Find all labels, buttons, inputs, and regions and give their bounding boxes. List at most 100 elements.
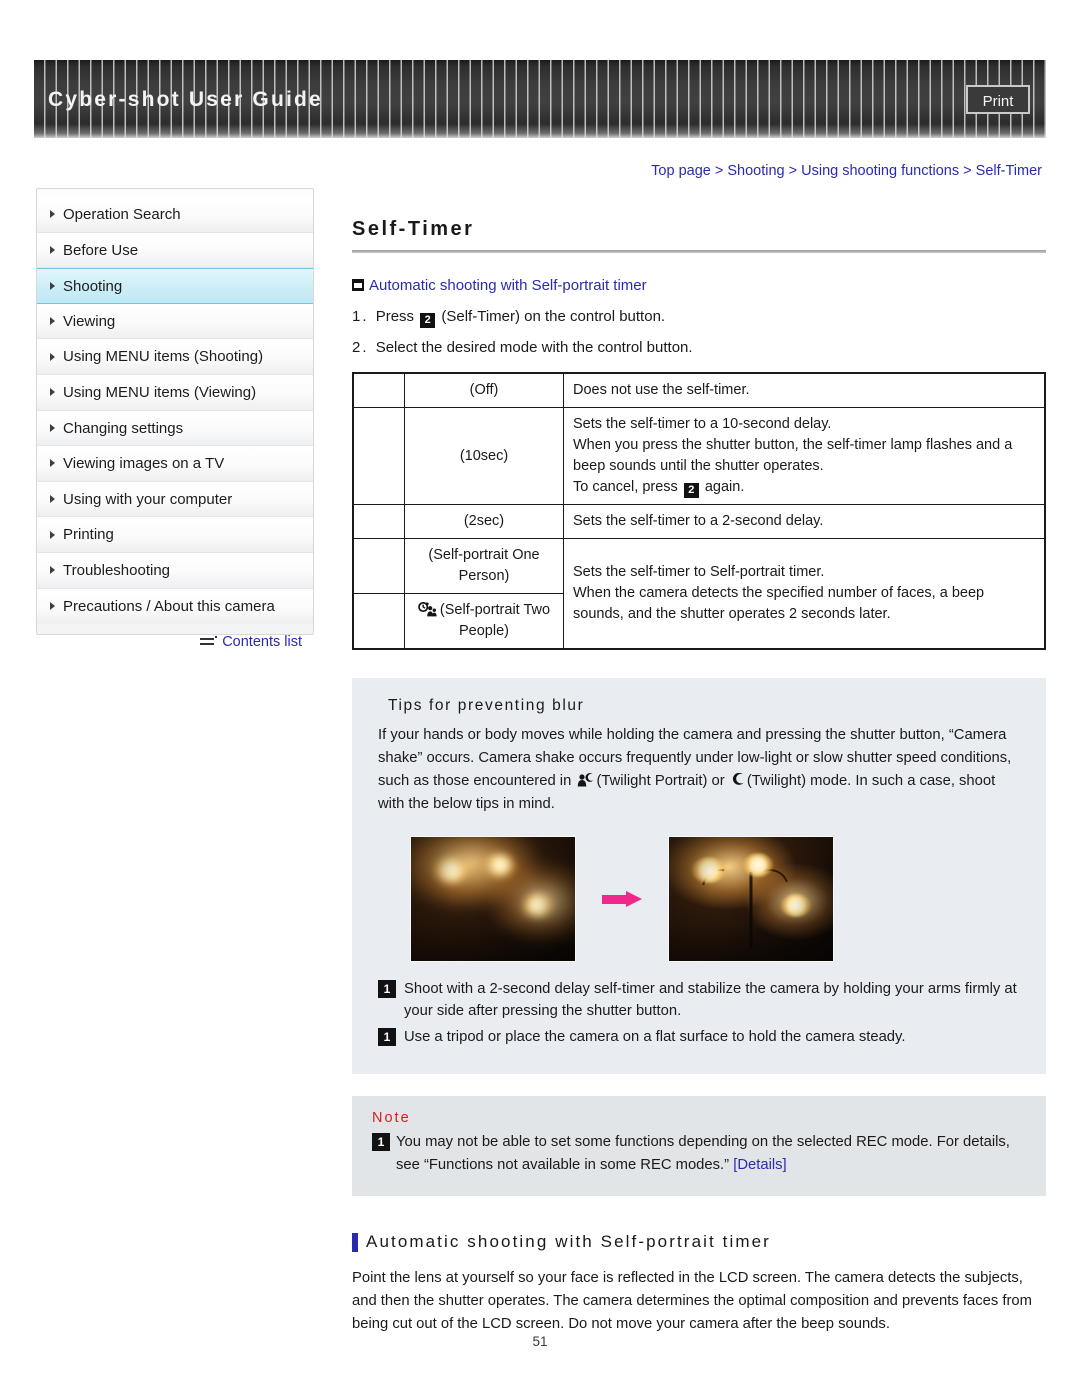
sidebar-item-label: Using MENU items (Shooting) [63,348,264,366]
chevron-right-icon [50,495,55,504]
page-number: 51 [532,1334,548,1349]
step-2: 2. Select the desired mode with the cont… [352,339,1046,356]
breadcrumb-item-top-page[interactable]: Top page [651,163,711,179]
section-anchor-label: Automatic shooting with Self-portrait ti… [369,277,647,294]
mode-desc-10sec: Sets the self-timer to a 10-second delay… [563,407,1046,506]
mode-desc-self-portrait: Sets the self-timer to Self-portrait tim… [563,538,1046,650]
mode-icon-cell [352,407,405,506]
table-row: (2sec) Sets the self-timer to a 2-second… [352,504,1046,540]
self-timer-modes-table: (Off) Does not use the self-timer. (10se… [352,372,1046,651]
breadcrumb-item-self-timer[interactable]: Self-Timer [976,163,1042,179]
bullet-square-icon: 1 [372,1133,390,1152]
sidebar-item-label: Printing [63,526,114,544]
tip-bullet-2: 1 Use a tripod or place the camera on a f… [378,1026,1020,1048]
chevron-right-icon [50,530,55,539]
table-row: (Off) Does not use the self-timer. [352,372,1046,409]
tips-panel: Tips for preventing blur If your hands o… [352,678,1046,1075]
sidebar-item-label: Using with your computer [63,490,233,508]
blur-comparison-figures [378,835,1020,962]
mode-desc-line: Sets the self-timer to a 2-second delay. [573,513,824,530]
table-row: (10sec) Sets the self-timer to a 10-seco… [352,407,1046,506]
heading-accent-bar-icon [352,1232,358,1252]
twilight-moon-icon [731,772,745,786]
sidebar-item-shooting[interactable]: Shooting [37,268,313,304]
sidebar-item-before-use[interactable]: Before Use [37,232,313,269]
mode-desc-line: When the camera detects the specified nu… [573,585,985,623]
sidebar-item-using-menu-items-viewing[interactable]: Using MENU items (Viewing) [37,374,313,411]
mode-label-10sec: (10sec) [404,407,564,506]
chevron-right-icon [50,317,55,326]
tips-title: Tips for preventing blur [388,697,585,715]
sidebar-item-label: Operation Search [63,206,181,223]
mode-icon-cell [352,504,405,540]
contents-list-link[interactable]: Contents list [36,634,314,650]
step-number: 1. [352,308,369,325]
breadcrumb-separator: > [963,163,972,179]
section-anchor-link[interactable]: Automatic shooting with Self-portrait ti… [352,277,1046,294]
sidebar-item-label: Troubleshooting [63,561,171,579]
step-text-after-icon: (Self-Timer) on the control button. [441,308,666,325]
tip-bullet-text: Use a tripod or place the camera on a fl… [404,1029,906,1046]
sidebar-item-label: Shooting [63,278,123,296]
print-button[interactable]: Print [966,85,1030,114]
mode-desc-line: Sets the self-timer to Self-portrait tim… [573,564,825,581]
sidebar-item-label: Viewing [63,312,116,330]
sidebar-item-using-with-your-computer[interactable]: Using with your computer [37,481,313,518]
step-number: 2. [352,339,369,356]
list-icon [200,635,220,647]
chevron-right-icon [50,459,55,468]
note-text: You may not be able to set some function… [396,1134,1010,1173]
sidebar-item-operation-search[interactable]: Operation Search [37,197,313,233]
sidebar-item-changing-settings[interactable]: Changing settings [37,410,313,447]
breadcrumb-item-using-shooting-functions[interactable]: Using shooting functions [801,163,959,179]
self-timer-icon: 2 [420,313,436,328]
sidebar-item-viewing-images-on-a-tv[interactable]: Viewing images on a TV [37,446,313,482]
mode-label-self-portrait-two-people: (Self-portrait Two People) [404,593,564,650]
tips-body: If your hands or body moves while holdin… [378,724,1020,816]
table-row: (Self-portrait One Person) Sets the self… [352,538,1046,650]
bullet-square-icon: 1 [378,1028,396,1047]
mode-desc-line: When you press the shutter button, the s… [573,437,1013,475]
chevron-right-icon [50,602,55,611]
sidebar-item-label: Using MENU items (Viewing) [63,383,257,401]
sharp-photo [668,835,834,962]
breadcrumb-separator: > [788,163,798,179]
mode-label-text: (Self-portrait Two People) [439,602,551,640]
twilight-portrait-icon [577,772,594,787]
right-arrow-icon [602,890,642,907]
title-divider [352,250,1046,253]
mode-desc-line-cancel: To cancel, press 2 again. [573,479,745,499]
self-portrait-two-people-icon [418,602,437,617]
sub-section-body: Point the lens at yourself so your face … [352,1269,1032,1332]
sidebar-item-label: Changing settings [63,419,184,437]
mode-label-off: (Off) [404,372,564,409]
sidebar-item-printing[interactable]: Printing [37,517,313,553]
note-panel: Note 1 You may not be able to set some fu… [352,1096,1046,1196]
contents-list-label: Contents list [222,634,302,651]
mode-label-self-portrait-one-person: (Self-portrait One Person) [404,538,564,595]
step-text: Select the desired mode with the control… [375,339,693,356]
mode-desc-2sec: Sets the self-timer to a 2-second delay. [563,504,1046,540]
chevron-right-icon [50,388,55,397]
mode-desc-line: Sets the self-timer to a 10-second delay… [573,416,832,433]
breadcrumb-separator: > [714,163,724,179]
mode-desc-off: Does not use the self-timer. [563,372,1046,409]
tip-bullet-1: 1 Shoot with a 2-second delay self-timer … [378,978,1020,1022]
sidebar-item-troubleshooting[interactable]: Troubleshooting [37,552,313,589]
app-header: Cyber-shot User Guide Print [34,60,1046,138]
sidebar-item-label: Viewing images on a TV [63,455,225,473]
sidebar-item-viewing[interactable]: Viewing [37,303,313,340]
breadcrumb-item-shooting[interactable]: Shooting [727,163,784,179]
chevron-right-icon [50,352,55,361]
sub-section-heading: Automatic shooting with Self-portrait ti… [352,1232,1046,1252]
sidebar-item-precautions-about-this-camera[interactable]: Precautions / About this camera [37,588,313,625]
details-link[interactable]: [Details] [733,1157,786,1173]
chevron-right-icon [50,210,55,219]
photo-vignette [411,836,575,961]
sidebar-item-using-menu-items-shooting[interactable]: Using MENU items (Shooting) [37,339,313,375]
blurry-photo [410,835,576,962]
main-content: Self-Timer Automatic shooting with Self-… [352,218,1046,1336]
arrow-container [576,890,668,907]
sidebar-item-label: Before Use [63,241,139,259]
step-1: 1. Press 2 (Self-Timer) on the control b… [352,308,1046,328]
